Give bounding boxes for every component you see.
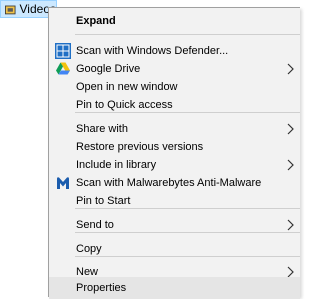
chevron-right-icon <box>287 123 294 135</box>
menu-item-label: Pin to Start <box>76 195 131 207</box>
menu-separator <box>75 256 300 257</box>
malwarebytes-icon <box>57 177 69 189</box>
menu-item-label: Properties <box>76 282 127 294</box>
google-drive-icon <box>56 62 70 75</box>
menu-item-label: Include in library <box>76 159 157 171</box>
menu-item-label: Open in new window <box>76 81 178 93</box>
menu-item-label: Pin to Quick access <box>76 99 173 111</box>
menu-item-label: Copy <box>76 243 102 255</box>
menu-item-label: Expand <box>76 15 116 27</box>
menu-separator <box>75 232 300 233</box>
context-menu: Expand Scan with Windows Defender... Goo… <box>48 7 300 299</box>
folder-videos-icon <box>5 5 16 14</box>
menu-item-label: Google Drive <box>76 63 141 75</box>
menu-item-label: Restore previous versions <box>76 141 204 153</box>
menu-item-label: Send to <box>76 219 114 231</box>
menu-item-label: Scan with Malwarebytes Anti-Malware <box>76 177 262 189</box>
menu-separator <box>75 112 300 113</box>
menu-item-properties[interactable]: Properties <box>49 277 300 299</box>
chevron-right-icon <box>287 63 294 75</box>
menu-separator <box>75 34 300 35</box>
chevron-right-icon <box>287 159 294 171</box>
menu-item-expand[interactable]: Expand <box>49 10 300 32</box>
windows-defender-icon <box>55 43 71 59</box>
menu-item-label: Scan with Windows Defender... <box>76 45 229 57</box>
menu-separator <box>75 208 300 209</box>
chevron-right-icon <box>287 219 294 231</box>
menu-item-label: Share with <box>76 123 128 135</box>
